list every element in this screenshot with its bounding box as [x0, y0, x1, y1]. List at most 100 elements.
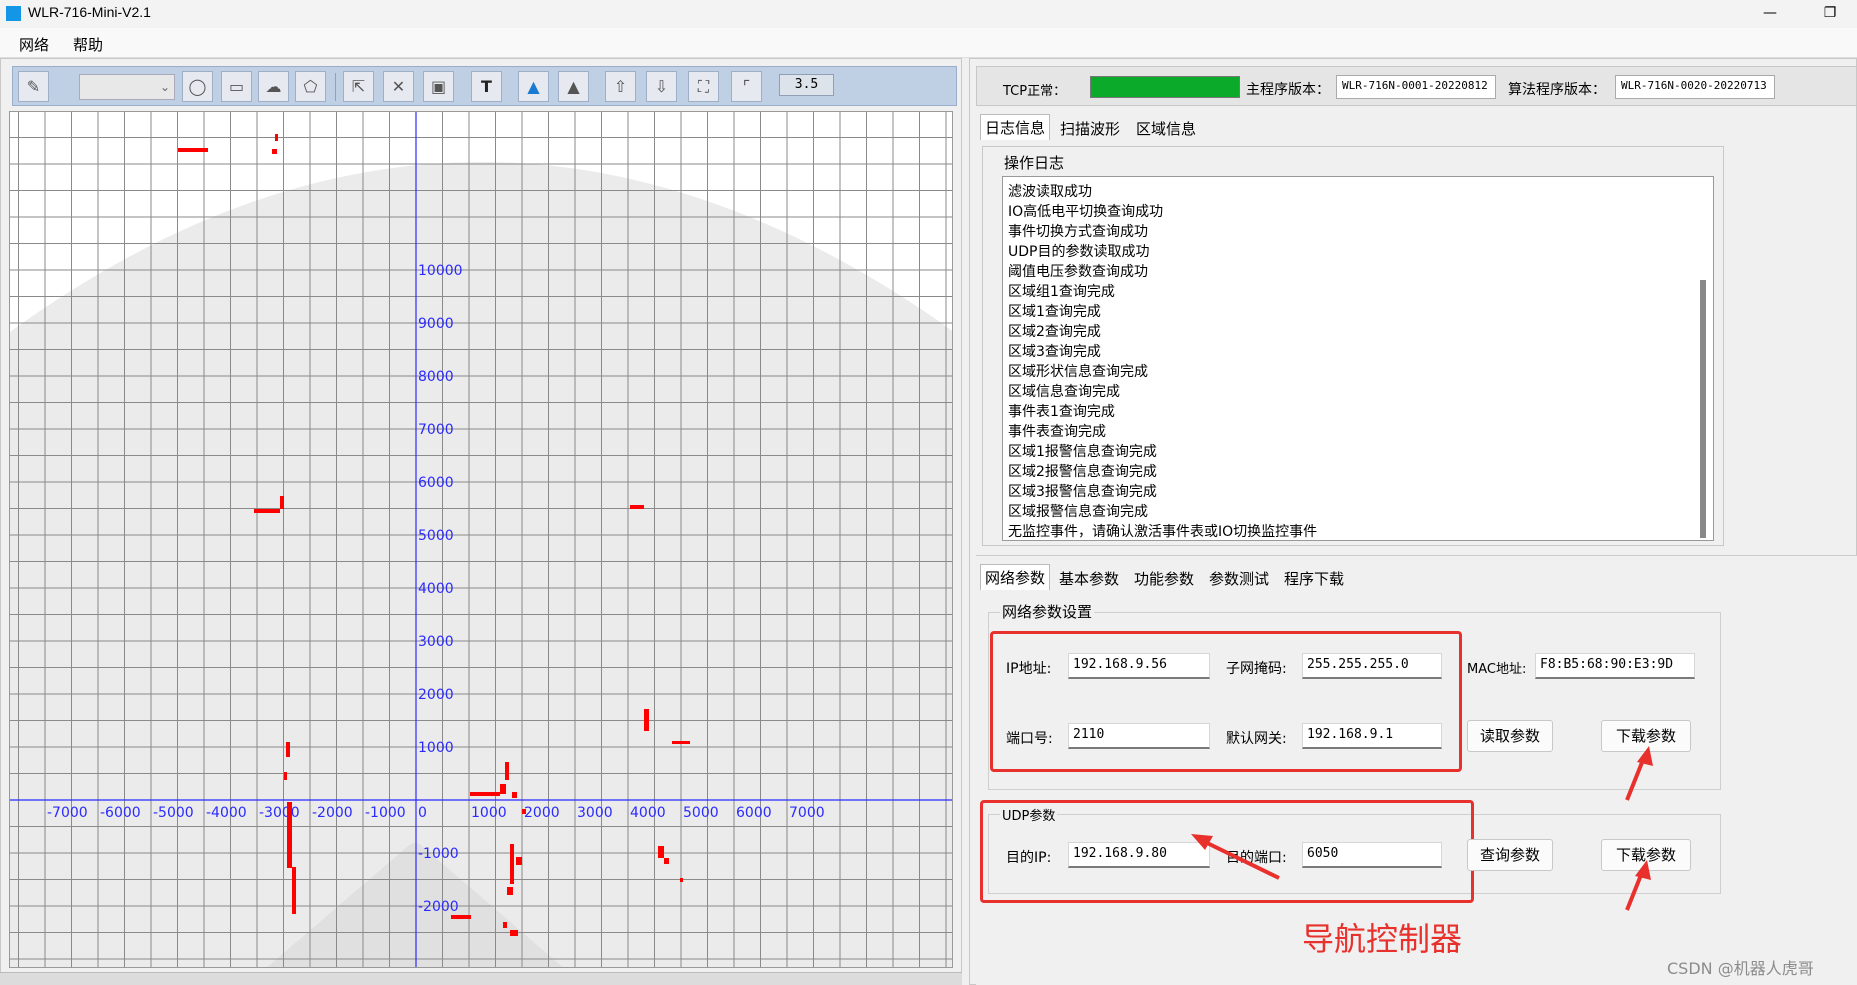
corner-frame-icon[interactable]: ⌜	[731, 71, 762, 102]
arrow-line	[1625, 874, 1643, 911]
tab-function-params[interactable]: 功能参数	[1130, 566, 1198, 591]
x-tick-label: 1000	[471, 805, 507, 821]
y-tick-label: 10000	[418, 263, 463, 279]
annotation-label: 导航控制器	[1302, 920, 1463, 958]
scan-point	[503, 922, 507, 928]
scan-point	[178, 148, 208, 152]
scan-point	[500, 784, 506, 794]
log-line: 区域形状信息查询完成	[1008, 364, 1148, 380]
x-tick-label: 4000	[630, 805, 666, 821]
freeform-tool-icon[interactable]: ☁	[258, 71, 289, 102]
sensor-icon[interactable]: ▲	[558, 71, 589, 102]
zoom-level[interactable]: 3.5	[779, 74, 834, 96]
scan-point	[505, 762, 509, 780]
log-line: 事件表查询完成	[1008, 424, 1106, 440]
scan-point	[664, 858, 669, 864]
arrow-head	[1191, 834, 1213, 850]
log-line: IO高低电平切换查询成功	[1008, 204, 1164, 220]
scan-point	[680, 878, 683, 882]
arrow-line	[1625, 759, 1645, 801]
log-line: 区域2报警信息查询完成	[1008, 464, 1157, 480]
scan-point	[516, 857, 522, 865]
log-line: 无监控事件，请确认激活事件表或IO切换监控事件	[1008, 524, 1318, 540]
scan-point	[510, 930, 518, 936]
tab-firmware-download[interactable]: 程序下载	[1280, 566, 1348, 591]
minimize-button[interactable]: —	[1755, 2, 1785, 24]
y-tick-label: 8000	[418, 369, 454, 385]
menu-help[interactable]: 帮助	[73, 34, 103, 55]
log-group-title: 操作日志	[1004, 154, 1065, 172]
log-scrollbar[interactable]	[1700, 280, 1706, 538]
select-pointer-icon[interactable]: ⇱	[343, 71, 374, 102]
log-lines: 滤波读取成功 IO高低电平切换查询成功 事件切换方式查询成功 UDP目的参数读取成功阈…	[1008, 182, 1317, 542]
drawing-toolbar: ✎ ⌄ ◯ ▭ ☁ ⬠ ⇱ ✕ ▣ T ▲ ▲ ⇧ ⇩ ⛶ ⌜ 3.5	[12, 66, 957, 106]
x-tick-label: -6000	[100, 805, 141, 821]
sensor-up-icon[interactable]: ▲	[518, 71, 549, 102]
x-tick-label: -3000	[259, 805, 300, 821]
mac-field: F8:B5:68:90:E3:9D	[1535, 653, 1695, 679]
scan-point	[254, 509, 280, 513]
scan-point	[284, 772, 287, 780]
scan-point	[272, 149, 277, 154]
app-icon	[6, 6, 21, 21]
y-tick-label: 4000	[418, 581, 454, 597]
scan-point	[451, 915, 471, 919]
download-icon[interactable]: ⇩	[646, 71, 677, 102]
tab-log-info[interactable]: 日志信息	[980, 114, 1051, 140]
scan-point	[644, 709, 649, 731]
arrow-line	[1200, 838, 1280, 880]
tcp-status-label: TCP正常：	[1003, 84, 1067, 99]
algo-version-label: 算法程序版本：	[1508, 82, 1606, 98]
x-tick-label: -1000	[365, 805, 406, 821]
scan-point	[470, 792, 500, 796]
edit-icon[interactable]: ✎	[18, 71, 49, 102]
log-line: UDP目的参数读取成功	[1008, 244, 1150, 260]
menu-network[interactable]: 网络	[19, 34, 49, 55]
x-tick-label: 3000	[577, 805, 613, 821]
tab-region-info[interactable]: 区域信息	[1132, 116, 1200, 141]
tab-network-params[interactable]: 网络参数	[980, 564, 1051, 590]
main-version-label: 主程序版本：	[1246, 82, 1330, 98]
upload-icon[interactable]: ⇧	[605, 71, 636, 102]
tab-param-test[interactable]: 参数测试	[1205, 566, 1273, 591]
window-tool-icon[interactable]: ▣	[423, 71, 454, 102]
scan-point	[350, 967, 355, 968]
text-tool-icon[interactable]: T	[471, 71, 502, 102]
subnet-mask-label: 子网掩码:	[1226, 661, 1287, 677]
scan-point	[512, 792, 517, 798]
subnet-mask-input[interactable]: 255.255.255.0	[1302, 653, 1442, 679]
scan-point	[510, 844, 514, 884]
watermark: CSDN @机器人虎哥	[1667, 959, 1814, 978]
rectangle-tool-icon[interactable]: ▭	[221, 71, 252, 102]
scan-point	[507, 887, 513, 895]
polygon-tool-icon[interactable]: ⬠	[295, 71, 326, 102]
log-line: 区域3查询完成	[1008, 344, 1101, 360]
mac-label: MAC地址:	[1467, 662, 1527, 677]
log-line: 区域报警信息查询完成	[1008, 504, 1148, 520]
y-tick-label: 2000	[418, 687, 454, 703]
shape-selector[interactable]: ⌄	[79, 74, 175, 100]
log-line: 区域2查询完成	[1008, 324, 1101, 340]
main-version-field: WLR-716N-0001-20220812	[1336, 75, 1496, 99]
log-line: 滤波读取成功	[1008, 184, 1092, 200]
scan-point	[630, 505, 644, 509]
y-tick-label: 1000	[418, 740, 454, 756]
circle-tool-icon[interactable]: ◯	[182, 71, 213, 102]
maximize-button[interactable]: ❐	[1815, 2, 1845, 24]
x-tick-label: 2000	[524, 805, 560, 821]
ip-input[interactable]: 192.168.9.56	[1068, 653, 1210, 679]
scan-plot[interactable]: -7000 -6000 -5000 -4000 -3000 -2000 -1000 0 1000…	[9, 111, 953, 968]
tab-scan-waveform[interactable]: 扫描波形	[1056, 116, 1124, 141]
x-tick-label: -2000	[312, 805, 353, 821]
delete-tool-icon[interactable]: ✕	[383, 71, 414, 102]
scan-point	[280, 496, 284, 509]
horizontal-scrollbar[interactable]	[0, 972, 962, 985]
scan-point	[522, 809, 526, 814]
tab-basic-params[interactable]: 基本参数	[1055, 566, 1123, 591]
algo-version-field: WLR-716N-0020-20220713	[1615, 75, 1775, 99]
menu-bar: 网络 帮助	[0, 28, 1857, 58]
log-line: 阈值电压参数查询成功	[1008, 264, 1148, 280]
x-tick-label: 5000	[683, 805, 719, 821]
y-tick-label: 5000	[418, 528, 454, 544]
fit-view-icon[interactable]: ⛶	[688, 71, 719, 102]
